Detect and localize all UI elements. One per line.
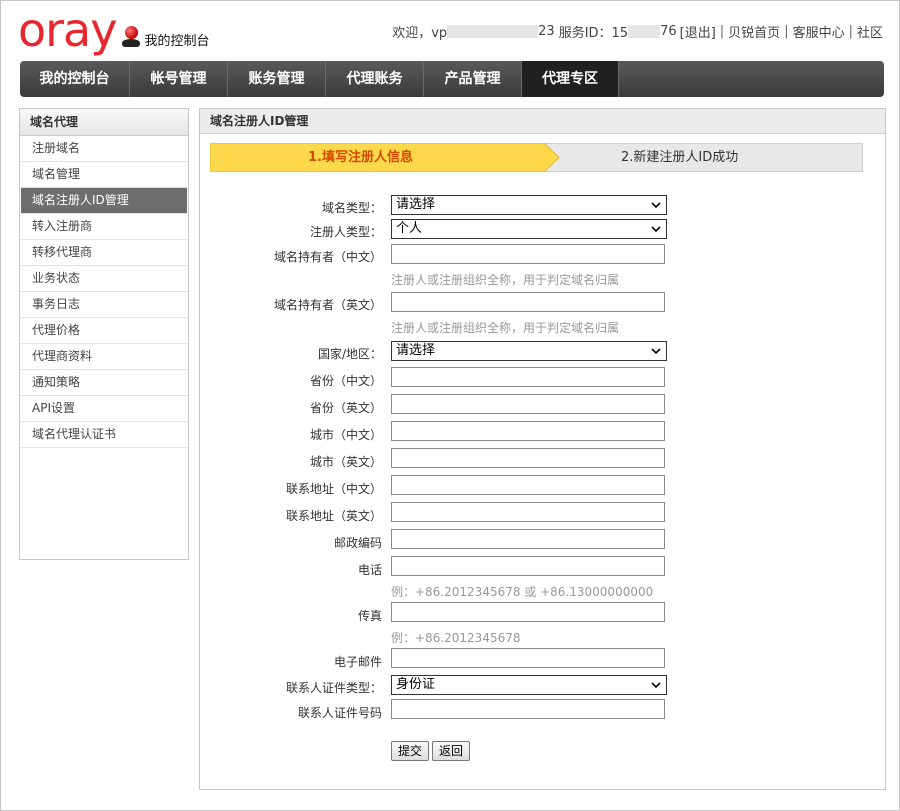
sidebar-item-event-log[interactable]: 事务日志 — [21, 292, 187, 318]
fax-input[interactable] — [391, 602, 665, 622]
submit-button[interactable]: 提交 — [391, 741, 430, 761]
chevron-down-icon — [651, 682, 661, 689]
registrant-type-label: 注册人类型： — [309, 225, 382, 239]
nav-dashboard[interactable]: 我的控制台 — [20, 61, 130, 97]
fax-hint: 例：+86.2012345678 — [391, 631, 521, 645]
postcode-label: 邮政编码 — [333, 536, 382, 550]
registrant-type-select[interactable]: 个人 — [391, 219, 667, 239]
step-1-label: 1.填写注册人信息 — [308, 150, 413, 165]
city-en-label: 城市（英文） — [309, 455, 382, 469]
page-title: 域名注册人ID管理 — [200, 109, 885, 134]
support-link[interactable]: 客服中心 — [793, 22, 845, 41]
id-number-input[interactable] — [391, 699, 665, 719]
service-id-suffix: 76 — [660, 24, 677, 39]
owner-cn-hint: 注册人或注册组织全称，用于判定域名归属 — [391, 273, 620, 287]
owner-en-hint: 注册人或注册组织全称，用于判定域名归属 — [391, 321, 620, 335]
chevron-down-icon — [651, 202, 661, 209]
form-actions: 提交 返回 — [391, 741, 473, 761]
phone-input[interactable] — [391, 556, 665, 576]
domain-type-label: 域名类型： — [321, 201, 382, 215]
sidebar-item-register-domain[interactable]: 注册域名 — [21, 136, 187, 162]
home-link[interactable]: 贝锐首页 — [728, 22, 780, 41]
sidebar: 域名代理 注册域名 域名管理 域名注册人ID管理 转入注册商 转移代理商 业务状… — [19, 108, 189, 560]
step-1: 1.填写注册人信息 — [210, 143, 560, 172]
community-link[interactable]: 社区 — [857, 22, 883, 41]
country-value: 请选择 — [396, 343, 436, 358]
sidebar-item-api-settings[interactable]: API设置 — [21, 396, 187, 422]
id-type-value: 身份证 — [396, 677, 436, 692]
sidebar-item-agent-price[interactable]: 代理价格 — [21, 318, 187, 344]
nav-products[interactable]: 产品管理 — [424, 61, 522, 97]
sidebar-item-domain-management[interactable]: 域名管理 — [21, 162, 187, 188]
city-en-input[interactable] — [391, 448, 665, 468]
step-indicator: 2.新建注册人ID成功 1.填写注册人信息 — [210, 143, 863, 172]
domain-type-value: 请选择 — [396, 197, 436, 212]
address-en-label: 联系地址（英文） — [285, 509, 382, 523]
sidebar-item-agent-profile[interactable]: 代理商资料 — [21, 344, 187, 370]
postcode-input[interactable] — [391, 529, 665, 549]
domain-type-select[interactable]: 请选择 — [391, 195, 667, 215]
logout-link[interactable]: [退出] — [680, 22, 716, 41]
logo-subtitle: 我的控制台 — [144, 34, 210, 49]
masked-service-id — [628, 25, 661, 38]
phone-label: 电话 — [357, 563, 382, 577]
sidebar-item-business-status[interactable]: 业务状态 — [21, 266, 187, 292]
divider: | — [848, 24, 853, 39]
country-select[interactable]: 请选择 — [391, 341, 667, 361]
id-number-label: 联系人证件号码 — [297, 706, 382, 720]
address-en-input[interactable] — [391, 502, 665, 522]
masked-username — [447, 25, 539, 38]
country-label: 国家/地区： — [317, 347, 382, 361]
logo-wordmark: oray — [18, 3, 117, 57]
nav-billing[interactable]: 账务管理 — [228, 61, 326, 97]
sidebar-title: 域名代理 — [20, 109, 188, 136]
welcome-text: 欢迎，vp — [392, 26, 448, 41]
fax-label: 传真 — [357, 609, 382, 623]
chevron-down-icon — [651, 348, 661, 355]
owner-cn-label: 域名持有者（中文） — [273, 250, 382, 264]
email-input[interactable] — [391, 648, 665, 668]
address-cn-input[interactable] — [391, 475, 665, 495]
phone-hint: 例：+86.2012345678 或 +86.13000000000 — [391, 585, 654, 599]
main-nav: 我的控制台 帐号管理 账务管理 代理账务 产品管理 代理专区 — [20, 61, 884, 97]
nav-agent-zone[interactable]: 代理专区 — [522, 61, 619, 97]
brand-logo[interactable]: oray 我的控制台 — [18, 3, 210, 57]
divider: | — [719, 24, 725, 39]
nav-account[interactable]: 帐号管理 — [130, 61, 228, 97]
sidebar-item-transfer-in[interactable]: 转入注册商 — [21, 214, 187, 240]
back-button[interactable]: 返回 — [432, 741, 471, 761]
registrant-type-value: 个人 — [396, 221, 423, 236]
province-cn-input[interactable] — [391, 367, 665, 387]
username-suffix: 23 — [538, 24, 555, 39]
joystick-icon — [120, 24, 142, 50]
id-type-select[interactable]: 身份证 — [391, 675, 667, 695]
id-type-label: 联系人证件类型： — [285, 681, 382, 695]
user-bar: 欢迎，vp 23 服务ID：15 76 [退出] | 贝锐首页 | 客服中心 |… — [392, 22, 883, 41]
sidebar-item-registrant-id[interactable]: 域名注册人ID管理 — [21, 188, 187, 214]
service-id-label: 服务ID：15 — [558, 26, 629, 41]
city-cn-label: 城市（中文） — [309, 428, 382, 442]
province-en-input[interactable] — [391, 394, 665, 414]
sidebar-item-transfer-agent[interactable]: 转移代理商 — [21, 240, 187, 266]
sidebar-item-certificate[interactable]: 域名代理认证书 — [21, 422, 187, 448]
nav-agent-billing[interactable]: 代理账务 — [326, 61, 424, 97]
city-cn-input[interactable] — [391, 421, 665, 441]
main-panel: 域名注册人ID管理 2.新建注册人ID成功 1.填写注册人信息 域名类型： 请选… — [199, 108, 886, 790]
province-en-label: 省份（英文） — [309, 401, 382, 415]
address-cn-label: 联系地址（中文） — [285, 482, 382, 496]
owner-en-input[interactable] — [391, 292, 665, 312]
chevron-down-icon — [651, 226, 661, 233]
step-2-label: 2.新建注册人ID成功 — [621, 150, 739, 165]
sidebar-item-notify-policy[interactable]: 通知策略 — [21, 370, 187, 396]
province-cn-label: 省份（中文） — [309, 374, 382, 388]
owner-cn-input[interactable] — [391, 244, 665, 264]
owner-en-label: 域名持有者（英文） — [273, 298, 382, 312]
divider: | — [784, 24, 789, 39]
email-label: 电子邮件 — [333, 655, 382, 669]
